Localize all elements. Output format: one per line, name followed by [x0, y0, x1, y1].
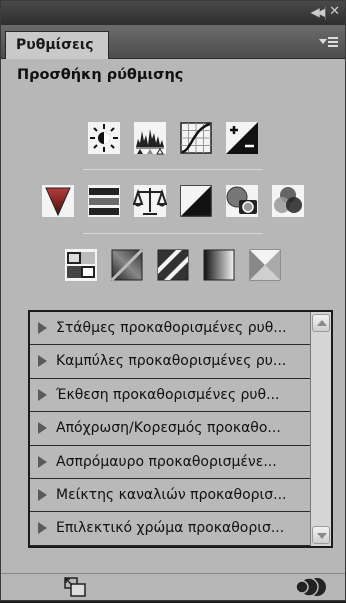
adjustment-icons-row-3: [1, 246, 345, 284]
exposure-icon[interactable]: [223, 119, 261, 157]
scroll-up-button[interactable]: [312, 314, 330, 332]
preset-item[interactable]: Μείκτης καναλιών προκαθορισ...: [30, 478, 310, 513]
preset-item[interactable]: Καμπύλες προκαθορισμένες ρυ...: [30, 345, 310, 379]
curves-icon[interactable]: [177, 119, 215, 157]
expand-triangle-icon[interactable]: [38, 488, 47, 501]
adjustment-icons-row-2: [1, 182, 345, 220]
preset-label: Καμπύλες προκαθορισμένες ρυ...: [56, 353, 287, 370]
preset-item[interactable]: Στάθμες προκαθορισμένες ρυθ...: [30, 312, 310, 346]
posterize-icon[interactable]: [108, 246, 146, 284]
channel-mixer-icon[interactable]: [269, 182, 307, 220]
expand-view-icon[interactable]: [63, 576, 87, 598]
tab-strip: Ρυθμίσεις: [1, 25, 345, 59]
preset-label: Απόχρωση/Κορεσμός προκαθο...: [56, 420, 281, 437]
expand-triangle-icon[interactable]: [38, 355, 47, 368]
panel-footer: [1, 573, 345, 600]
presets-scrollbar[interactable]: [310, 312, 331, 546]
hue-saturation-icon[interactable]: [85, 182, 123, 220]
expand-triangle-icon[interactable]: [38, 388, 47, 401]
preset-item[interactable]: Ασπρόμαυρο προκαθορισμένε...: [30, 445, 310, 479]
adjustments-panel: ◀◀ ✕ Ρυθμίσεις Προσθήκη ρύθμισης Στάθμες…: [0, 0, 346, 601]
preset-item[interactable]: Απόχρωση/Κορεσμός προκαθο...: [30, 412, 310, 446]
preset-item[interactable]: Επιλεκτικό χρώμα προκαθορισ...: [30, 512, 310, 546]
layer-visibility-icon[interactable]: [295, 575, 331, 599]
icons-separator-2: [83, 233, 263, 234]
preset-label: Ασπρόμαυρο προκαθορισμένε...: [56, 453, 277, 470]
scroll-down-button[interactable]: [312, 526, 330, 544]
threshold-icon[interactable]: [154, 246, 192, 284]
panel-menu-icon[interactable]: [319, 35, 339, 49]
levels-icon[interactable]: [131, 119, 169, 157]
vibrance-icon[interactable]: [39, 182, 77, 220]
selective-color-icon[interactable]: [246, 246, 284, 284]
presets-list: Στάθμες προκαθορισμένες ρυθ... Καμπύλες π…: [28, 310, 333, 548]
preset-label: Έκθεση προκαθορισμένες ρυθ...: [56, 386, 280, 403]
brightness-contrast-icon[interactable]: [85, 119, 123, 157]
icons-separator-1: [83, 169, 263, 170]
close-icon[interactable]: ✕: [329, 4, 340, 19]
preset-label: Μείκτης καναλιών προκαθορισ...: [56, 486, 287, 503]
adjustment-icons-row-1: [1, 119, 345, 157]
panel-heading: Προσθήκη ρύθμισης: [17, 67, 184, 83]
collapse-icon[interactable]: ◀◀: [311, 5, 327, 19]
expand-triangle-icon[interactable]: [38, 455, 47, 468]
invert-icon[interactable]: [62, 246, 100, 284]
preset-label: Στάθμες προκαθορισμένες ρυθ...: [56, 320, 287, 336]
expand-triangle-icon[interactable]: [38, 322, 47, 334]
tab-adjustments[interactable]: Ρυθμίσεις: [5, 31, 109, 59]
preset-label: Επιλεκτικό χρώμα προκαθορισ...: [56, 520, 285, 537]
gradient-map-icon[interactable]: [200, 246, 238, 284]
panel-titlebar: ◀◀ ✕: [1, 1, 345, 25]
presets-rows: Στάθμες προκαθορισμένες ρυθ... Καμπύλες π…: [30, 312, 310, 546]
expand-triangle-icon[interactable]: [38, 422, 47, 435]
preset-item[interactable]: Έκθεση προκαθορισμένες ρυθ...: [30, 378, 310, 413]
black-white-icon[interactable]: [177, 182, 215, 220]
expand-triangle-icon[interactable]: [38, 522, 47, 535]
color-balance-icon[interactable]: [131, 182, 169, 220]
photo-filter-icon[interactable]: [223, 182, 261, 220]
titlebar-separator: [325, 6, 326, 20]
